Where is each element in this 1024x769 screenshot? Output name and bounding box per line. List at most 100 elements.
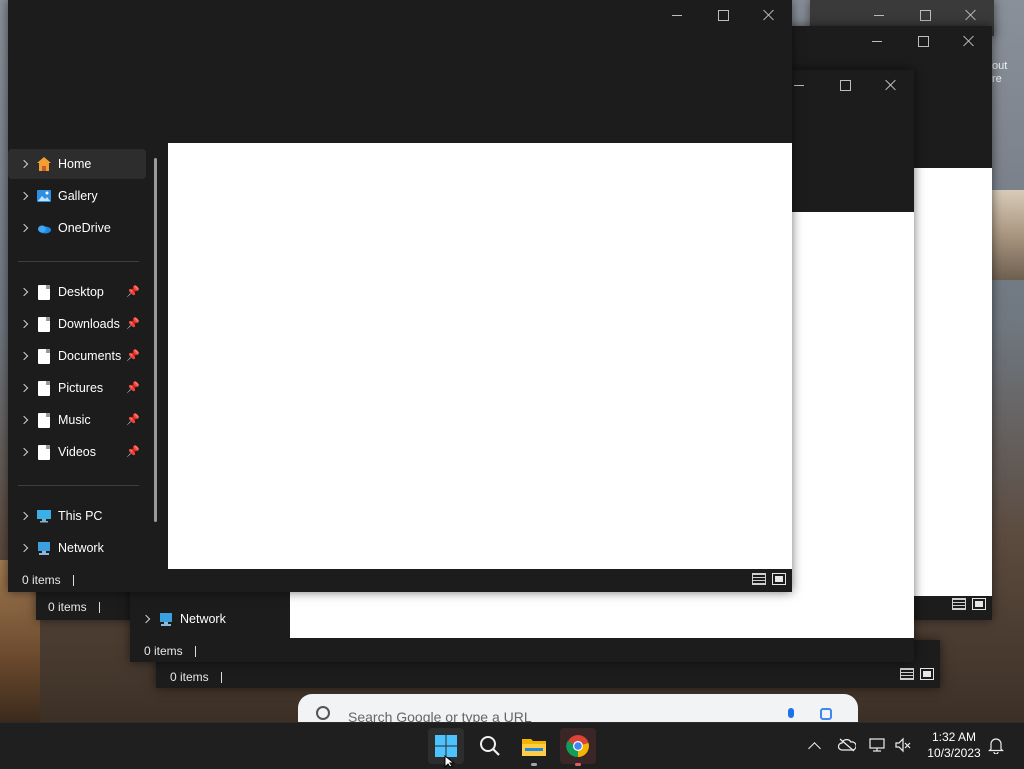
voice-search-icon[interactable] bbox=[788, 708, 794, 718]
clock[interactable]: 1:32 AM 10/3/2023 bbox=[920, 729, 988, 761]
file-content-area[interactable] bbox=[168, 143, 792, 569]
file-explorer-button[interactable] bbox=[516, 728, 552, 766]
nav-item-label: Desktop bbox=[58, 285, 104, 299]
nav-item-music[interactable]: Music 📌 bbox=[8, 405, 146, 435]
nav-item-label: OneDrive bbox=[58, 221, 111, 235]
nav-item-label: Network bbox=[180, 612, 226, 626]
desktop-partial-text: out re bbox=[992, 60, 1012, 86]
nav-item-videos[interactable]: Videos 📌 bbox=[8, 437, 146, 467]
google-lens-icon[interactable] bbox=[820, 708, 832, 720]
close-button[interactable] bbox=[868, 70, 914, 100]
document-icon bbox=[38, 284, 50, 300]
close-button[interactable] bbox=[946, 26, 992, 56]
nav-item-label: Documents bbox=[58, 349, 122, 363]
nav-item-onedrive[interactable]: OneDrive bbox=[8, 213, 146, 243]
gallery-icon bbox=[37, 190, 51, 202]
minimize-button[interactable] bbox=[654, 0, 700, 30]
network-status-icon bbox=[869, 738, 885, 752]
close-button[interactable] bbox=[746, 0, 792, 30]
nav-item-network[interactable]: Network bbox=[130, 604, 290, 634]
nav-item-documents[interactable]: Documents 📌 bbox=[8, 341, 146, 371]
nav-item-this-pc[interactable]: This PC bbox=[8, 501, 146, 531]
chevron-right-icon[interactable] bbox=[8, 181, 30, 211]
running-indicator bbox=[575, 763, 581, 766]
pin-icon[interactable]: 📌 bbox=[126, 382, 140, 394]
nav-item-home[interactable]: Home bbox=[8, 149, 146, 179]
network-tray-button[interactable] bbox=[866, 735, 888, 755]
chevron-up-icon bbox=[807, 741, 821, 755]
onedrive-icon bbox=[38, 225, 51, 234]
nav-item-label: Home bbox=[58, 157, 92, 171]
notifications-button[interactable] bbox=[986, 735, 1006, 755]
item-count: 0 items bbox=[170, 670, 209, 684]
clock-time: 1:32 AM bbox=[931, 730, 977, 744]
clock-date: 10/3/2023 bbox=[927, 746, 981, 760]
network-icon bbox=[160, 613, 172, 626]
nav-item-label: Gallery bbox=[58, 189, 98, 203]
nav-item-label: Music bbox=[58, 413, 91, 427]
nav-item-pictures[interactable]: Pictures 📌 bbox=[8, 373, 146, 403]
nav-item-label: Network bbox=[58, 541, 104, 555]
onedrive-offline-icon bbox=[838, 738, 856, 752]
status-bar: 0 items bbox=[48, 596, 100, 618]
network-icon bbox=[38, 542, 50, 555]
pin-icon[interactable]: 📌 bbox=[126, 286, 140, 298]
large-icons-view-icon[interactable] bbox=[772, 573, 786, 585]
explorer-window-front: Home Gallery OneDrive Desktop 📌 Download… bbox=[8, 0, 792, 592]
nav-item-network[interactable]: Network bbox=[8, 533, 146, 563]
volume-tray-button[interactable] bbox=[892, 735, 914, 755]
large-icons-view-icon[interactable] bbox=[920, 668, 934, 680]
mouse-cursor-icon bbox=[444, 755, 456, 768]
onedrive-tray-button[interactable] bbox=[836, 735, 858, 755]
maximize-button[interactable] bbox=[822, 70, 868, 100]
caption-buttons bbox=[654, 0, 792, 30]
status-bar: 0 items bbox=[22, 569, 74, 591]
chevron-right-icon[interactable] bbox=[8, 501, 30, 531]
maximize-button[interactable] bbox=[900, 26, 946, 56]
item-count: 0 items bbox=[48, 600, 87, 614]
view-switcher bbox=[752, 573, 786, 585]
chevron-right-icon[interactable] bbox=[8, 373, 30, 403]
running-indicator bbox=[531, 763, 537, 766]
document-icon bbox=[38, 412, 50, 428]
chevron-right-icon[interactable] bbox=[8, 533, 30, 563]
search-placeholder: Search Google or type a URL bbox=[348, 709, 532, 722]
chevron-right-icon[interactable] bbox=[8, 213, 30, 243]
taskbar-search-button[interactable] bbox=[472, 728, 508, 764]
minimize-button[interactable] bbox=[854, 26, 900, 56]
chevron-right-icon[interactable] bbox=[8, 309, 30, 339]
nav-pane-scrollbar[interactable] bbox=[154, 158, 157, 522]
chevron-right-icon[interactable] bbox=[130, 604, 152, 634]
volume-muted-icon bbox=[895, 737, 911, 753]
nav-item-gallery[interactable]: Gallery bbox=[8, 181, 146, 211]
nav-item-downloads[interactable]: Downloads 📌 bbox=[8, 309, 146, 339]
pin-icon[interactable]: 📌 bbox=[126, 350, 140, 362]
pin-icon[interactable]: 📌 bbox=[126, 414, 140, 426]
nav-item-desktop[interactable]: Desktop 📌 bbox=[8, 277, 146, 307]
file-content-area[interactable] bbox=[914, 168, 992, 596]
chevron-right-icon[interactable] bbox=[8, 277, 30, 307]
browser-search-box[interactable]: Search Google or type a URL bbox=[298, 694, 858, 722]
chevron-right-icon[interactable] bbox=[8, 405, 30, 435]
desktop-partial-text-2: re bbox=[992, 73, 1002, 85]
nav-divider bbox=[18, 485, 139, 486]
details-view-icon[interactable] bbox=[952, 598, 966, 610]
document-icon bbox=[38, 316, 50, 332]
nav-item-label: Pictures bbox=[58, 381, 104, 395]
chevron-right-icon[interactable] bbox=[8, 341, 30, 371]
chevron-right-icon[interactable] bbox=[8, 149, 30, 179]
details-view-icon[interactable] bbox=[900, 668, 914, 680]
nav-item-label: Downloads bbox=[58, 317, 120, 331]
pin-icon[interactable]: 📌 bbox=[126, 318, 140, 330]
chrome-button[interactable] bbox=[560, 728, 596, 766]
maximize-button[interactable] bbox=[700, 0, 746, 30]
desktop-partial-text-1: out bbox=[992, 60, 1008, 72]
details-view-icon[interactable] bbox=[752, 573, 766, 585]
pin-icon[interactable]: 📌 bbox=[126, 446, 140, 458]
document-icon bbox=[38, 348, 50, 364]
file-explorer-icon bbox=[522, 739, 546, 756]
large-icons-view-icon[interactable] bbox=[972, 598, 986, 610]
document-icon bbox=[38, 380, 50, 396]
show-hidden-icons-button[interactable] bbox=[804, 735, 824, 755]
chevron-right-icon[interactable] bbox=[8, 437, 30, 467]
